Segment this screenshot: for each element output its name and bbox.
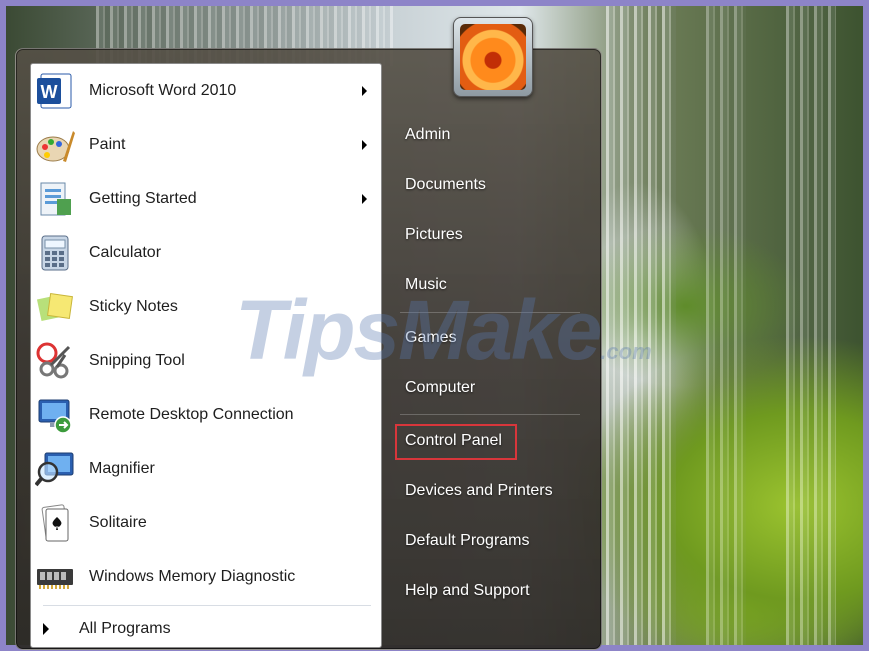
divider <box>400 414 580 415</box>
menu-item-documents[interactable]: Documents <box>405 176 486 194</box>
program-label: Snipping Tool <box>89 352 185 369</box>
divider <box>43 605 371 606</box>
paint-icon <box>35 125 75 165</box>
submenu-arrow-icon[interactable] <box>362 194 367 204</box>
menu-item-admin[interactable]: Admin <box>405 126 450 144</box>
svg-text:W: W <box>41 82 58 102</box>
sticky-notes-icon <box>35 287 75 327</box>
program-label: Remote Desktop Connection <box>89 406 294 423</box>
submenu-arrow-icon[interactable] <box>362 86 367 96</box>
user-picture[interactable] <box>453 17 533 97</box>
program-label: Paint <box>89 136 126 153</box>
menu-item-help-and-support[interactable]: Help and Support <box>405 582 530 600</box>
program-label: Windows Memory Diagnostic <box>89 568 296 585</box>
program-item[interactable]: Paint <box>31 118 381 172</box>
program-item[interactable]: Windows Memory Diagnostic <box>31 550 381 604</box>
getting-started-icon <box>35 179 75 219</box>
program-item[interactable]: Getting Started <box>31 172 381 226</box>
program-item[interactable]: Calculator <box>31 226 381 280</box>
program-label: Sticky Notes <box>89 298 178 315</box>
watermark: TipsMake.com <box>235 283 652 377</box>
menu-item-default-programs[interactable]: Default Programs <box>405 532 530 550</box>
program-label: Solitaire <box>89 514 147 531</box>
submenu-arrow-icon[interactable] <box>362 140 367 150</box>
all-programs-label: All Programs <box>79 620 171 637</box>
word-icon: W <box>35 71 75 111</box>
snipping-tool-icon <box>35 341 75 381</box>
program-label: Calculator <box>89 244 162 261</box>
all-programs-button[interactable]: All Programs <box>31 612 381 646</box>
waterfall-strip <box>786 6 836 645</box>
solitaire-icon <box>35 503 75 543</box>
calculator-icon <box>35 233 75 273</box>
menu-item-computer[interactable]: Computer <box>405 379 475 397</box>
program-label: Magnifier <box>89 460 155 477</box>
waterfall-strip <box>706 6 746 645</box>
remote-desktop-icon <box>35 395 75 435</box>
menu-item-devices-and-printers[interactable]: Devices and Printers <box>405 482 553 500</box>
flower-icon <box>460 24 526 90</box>
program-item[interactable]: Solitaire <box>31 496 381 550</box>
triangle-right-icon <box>43 623 49 635</box>
program-item[interactable]: W Microsoft Word 2010 <box>31 64 381 118</box>
program-item[interactable]: Remote Desktop Connection <box>31 388 381 442</box>
program-label: Getting Started <box>89 190 197 207</box>
menu-item-pictures[interactable]: Pictures <box>405 226 463 244</box>
memory-diagnostic-icon <box>35 557 75 597</box>
highlight-box <box>395 424 517 460</box>
program-label: Microsoft Word 2010 <box>89 82 237 99</box>
program-item[interactable]: Magnifier <box>31 442 381 496</box>
magnifier-icon <box>34 449 75 489</box>
